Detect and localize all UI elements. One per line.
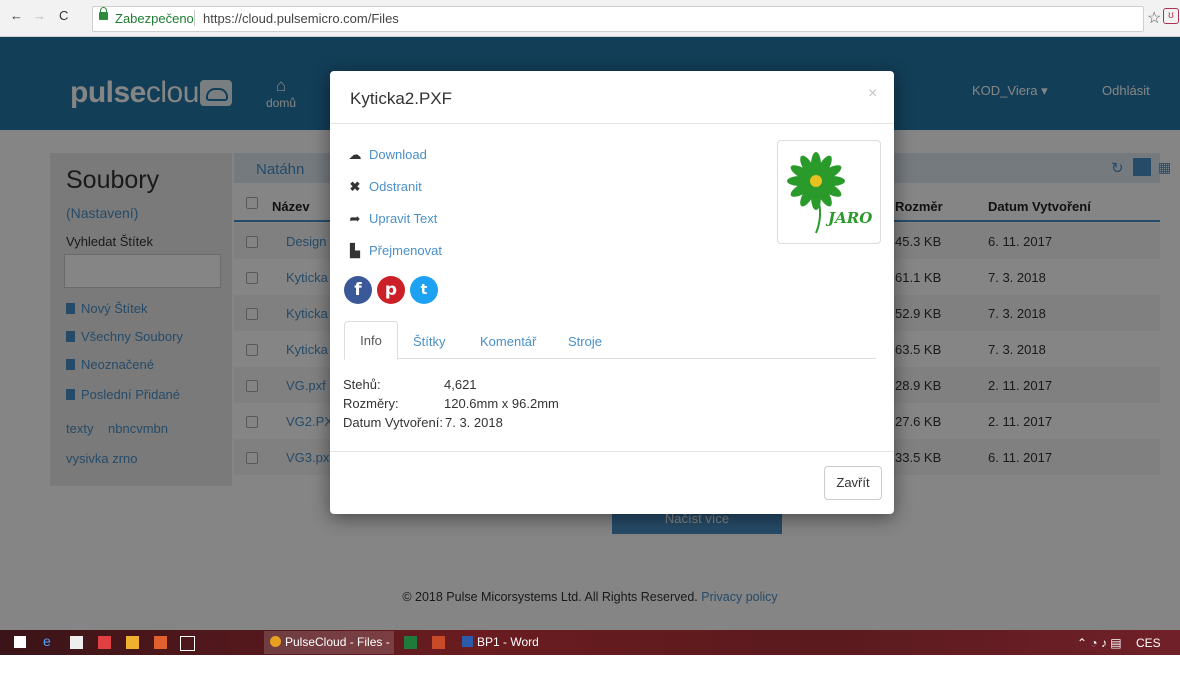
delete-action[interactable]: ✖ Odstranit [348, 179, 422, 195]
taskbar-chrome[interactable]: PulseCloud - Files - G... [264, 631, 394, 672]
store-icon[interactable] [70, 636, 83, 649]
created-date-label: Datum Vytvoření: [343, 415, 443, 430]
modal-footer-divider [330, 451, 894, 452]
share-arrow-icon: ➦ [349, 211, 361, 226]
thumbnail-text: JARO [825, 209, 872, 227]
design-thumbnail: JARO [777, 140, 881, 244]
close-button[interactable]: Zavřít [824, 466, 882, 500]
download-action[interactable]: ☁ Download [348, 147, 427, 163]
twitter-icon[interactable]: t [410, 276, 438, 304]
created-date-value: 7. 3. 2018 [445, 415, 503, 430]
tab-comment[interactable]: Komentář [480, 334, 536, 349]
facebook-icon[interactable]: f [344, 276, 372, 304]
folder-icon[interactable] [126, 636, 139, 649]
reload-icon[interactable]: C [59, 8, 68, 23]
stitches-label: Stehů: [343, 377, 381, 392]
excel-icon[interactable] [404, 636, 417, 649]
edge-icon[interactable]: e [43, 633, 56, 649]
tab-tags[interactable]: Štítky [413, 334, 446, 349]
file-icon: ▙ [350, 243, 360, 258]
tabs-divider [344, 358, 876, 359]
address-bar[interactable]: Zabezpečeno https://cloud.pulsemicro.com… [92, 6, 1144, 32]
secure-label: Zabezpečeno [115, 11, 194, 26]
language-indicator[interactable]: CES [1136, 636, 1161, 650]
shield-icon[interactable] [180, 636, 195, 651]
edit-text-action[interactable]: ➦ Upravit Text [348, 211, 438, 227]
chrome-icon [270, 636, 281, 647]
bookmark-star-icon[interactable]: ☆ [1147, 8, 1161, 28]
dimensions-value: 120.6mm x 96.2mm [444, 396, 559, 411]
windows-taskbar [0, 630, 1180, 655]
modal-title: Kyticka2.PXF [350, 89, 453, 108]
file-detail-modal: Kyticka2.PXF × ☁ Download ✖ Odstranit ➦ Upr… [330, 71, 894, 514]
tab-machines[interactable]: Stroje [568, 334, 602, 349]
start-icon[interactable] [14, 636, 26, 648]
app-icon[interactable] [154, 636, 167, 649]
tray-icons[interactable]: ⌃ ◔ ♪ ▤ [1077, 636, 1122, 650]
cloud-download-icon: ☁ [348, 147, 362, 162]
close-x-icon: ✖ [349, 179, 361, 194]
dimensions-label: Rozměry: [343, 396, 399, 411]
tab-info[interactable]: Info [344, 321, 398, 360]
mail-icon[interactable] [98, 636, 111, 649]
back-icon[interactable]: ← [10, 8, 23, 23]
url-text[interactable]: https://cloud.pulsemicro.com/Files [203, 11, 399, 26]
modal-header-divider [330, 123, 894, 124]
taskbar-word[interactable]: BP1 - Word [456, 631, 561, 654]
rename-action[interactable]: ▙ Přejmenovat [348, 243, 442, 259]
forward-icon[interactable]: → [33, 8, 46, 23]
pinterest-icon[interactable]: p [377, 276, 405, 304]
lock-icon [99, 7, 108, 20]
extension-icon[interactable]: ʊ [1163, 8, 1179, 24]
flower-image: JARO [787, 152, 872, 234]
powerpoint-icon[interactable] [432, 636, 445, 649]
word-icon [462, 636, 473, 647]
address-divider [194, 10, 195, 26]
close-icon[interactable]: × [868, 85, 877, 103]
stitches-value: 4,621 [444, 377, 477, 392]
